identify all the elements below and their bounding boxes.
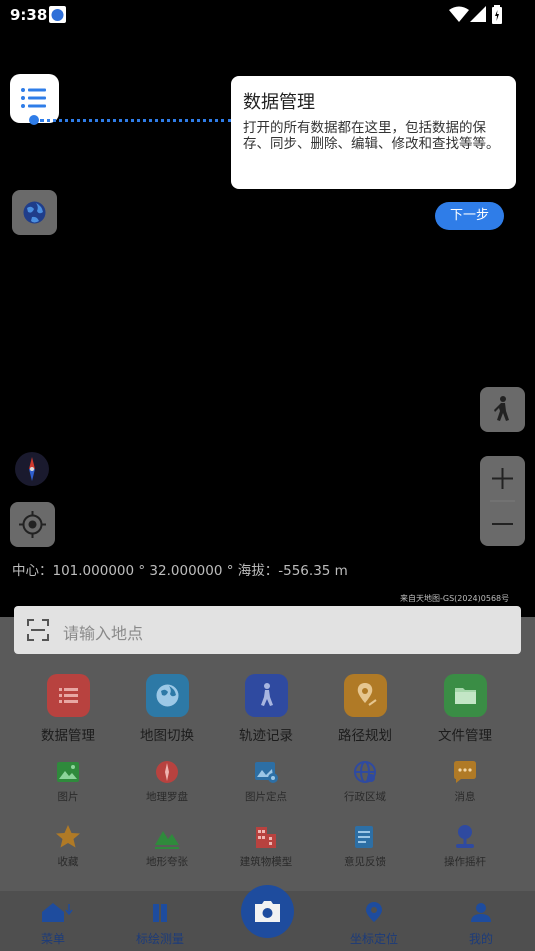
terrain-icon (153, 823, 181, 851)
tool-geo-compass[interactable]: 地理罗盘 (122, 758, 212, 804)
status-bar: 9:38 (0, 0, 535, 30)
tool-terrain-exaggeration[interactable]: 地形夸张 (122, 823, 212, 869)
locate-button[interactable] (10, 502, 55, 547)
globe-icon (23, 201, 46, 224)
folder-icon (443, 674, 487, 717)
tool-image-pin[interactable]: 图片定点 (221, 758, 311, 804)
battery-icon (492, 5, 502, 24)
user-icon (471, 903, 491, 922)
nav-menu[interactable]: 菜单 (13, 900, 93, 947)
app-notification-icon (49, 6, 66, 23)
tool-admin-region[interactable]: 行政区域 (320, 758, 410, 804)
signal-icon (470, 6, 486, 22)
tool-feedback[interactable]: 意见反馈 (320, 823, 410, 869)
minus-icon (492, 523, 513, 525)
tool-label: 数据管理 (41, 728, 95, 744)
map-center-coordinates: 中心：101.000000 ° 32.000000 ° 海拔：-556.35 m (12, 563, 348, 579)
tool-map-switch[interactable]: 地图切换 (122, 674, 212, 744)
walk-mode-button[interactable] (480, 387, 525, 432)
camera-button[interactable] (241, 885, 294, 938)
tool-label: 地图切换 (140, 728, 194, 744)
tool-image[interactable]: 图片 (23, 758, 113, 804)
home-icon (42, 903, 73, 922)
search-bar[interactable]: 请输入地点 (14, 606, 521, 654)
tool-label: 路径规划 (338, 728, 392, 744)
tool-route-planning[interactable]: 路径规划 (320, 674, 410, 744)
route-icon (343, 674, 387, 717)
plus-icon (492, 468, 513, 489)
walker-icon (494, 396, 509, 421)
tooltip-anchor-dot (29, 115, 39, 125)
camera-icon (255, 901, 280, 922)
zoom-out-button[interactable] (480, 501, 525, 546)
nav-coordinate-locate[interactable]: 坐标定位 (334, 900, 414, 947)
zoom-control (480, 456, 525, 546)
tool-data-management[interactable]: 数据管理 (23, 674, 113, 744)
star-icon (54, 823, 82, 851)
compass-icon[interactable] (14, 451, 50, 487)
tooltip-title: 数据管理 (243, 92, 315, 113)
tool-favorites[interactable]: 收藏 (23, 823, 113, 869)
nav-profile[interactable]: 我的 (441, 900, 521, 947)
zoom-in-button[interactable] (480, 456, 525, 501)
walker-icon (244, 674, 288, 717)
building-icon (252, 823, 280, 851)
tooltip-connector (40, 119, 232, 122)
next-step-button[interactable]: 下一步 (435, 202, 504, 230)
compass-icon (153, 758, 181, 786)
tool-label: 轨迹记录 (239, 728, 293, 744)
tool-building-model[interactable]: 建筑物模型 (221, 823, 311, 869)
region-icon (351, 758, 379, 786)
map-layer-button[interactable] (12, 190, 57, 235)
message-icon (451, 758, 479, 786)
nav-measure[interactable]: 标绘测量 (120, 900, 200, 947)
tool-file-management[interactable]: 文件管理 (420, 674, 510, 744)
map-credit: 来自天地图-GS(2024)0568号 (400, 594, 510, 603)
crosshair-icon (19, 511, 46, 538)
tool-joystick[interactable]: 操作摇杆 (420, 823, 510, 869)
globe-icon (145, 674, 189, 717)
status-time: 9:38 (10, 6, 48, 24)
image-pin-icon (252, 758, 280, 786)
measure-icon (153, 904, 167, 922)
tool-message[interactable]: 消息 (420, 758, 510, 804)
search-input[interactable]: 请输入地点 (63, 620, 143, 644)
guide-tooltip: 数据管理 打开的所有数据都在这里，包括数据的保存、同步、删除、编辑、修改和查找等… (231, 76, 516, 189)
wifi-icon (449, 6, 469, 22)
image-icon (54, 758, 82, 786)
feedback-icon (351, 823, 379, 851)
tooltip-description: 打开的所有数据都在这里，包括数据的保存、同步、删除、编辑、修改和查找等等。 (243, 120, 500, 152)
tool-track-record[interactable]: 轨迹记录 (221, 674, 311, 744)
location-icon (366, 902, 382, 922)
tool-label: 文件管理 (438, 728, 492, 744)
joystick-icon (451, 823, 479, 851)
list-icon (46, 674, 90, 717)
scan-icon[interactable] (26, 618, 50, 642)
